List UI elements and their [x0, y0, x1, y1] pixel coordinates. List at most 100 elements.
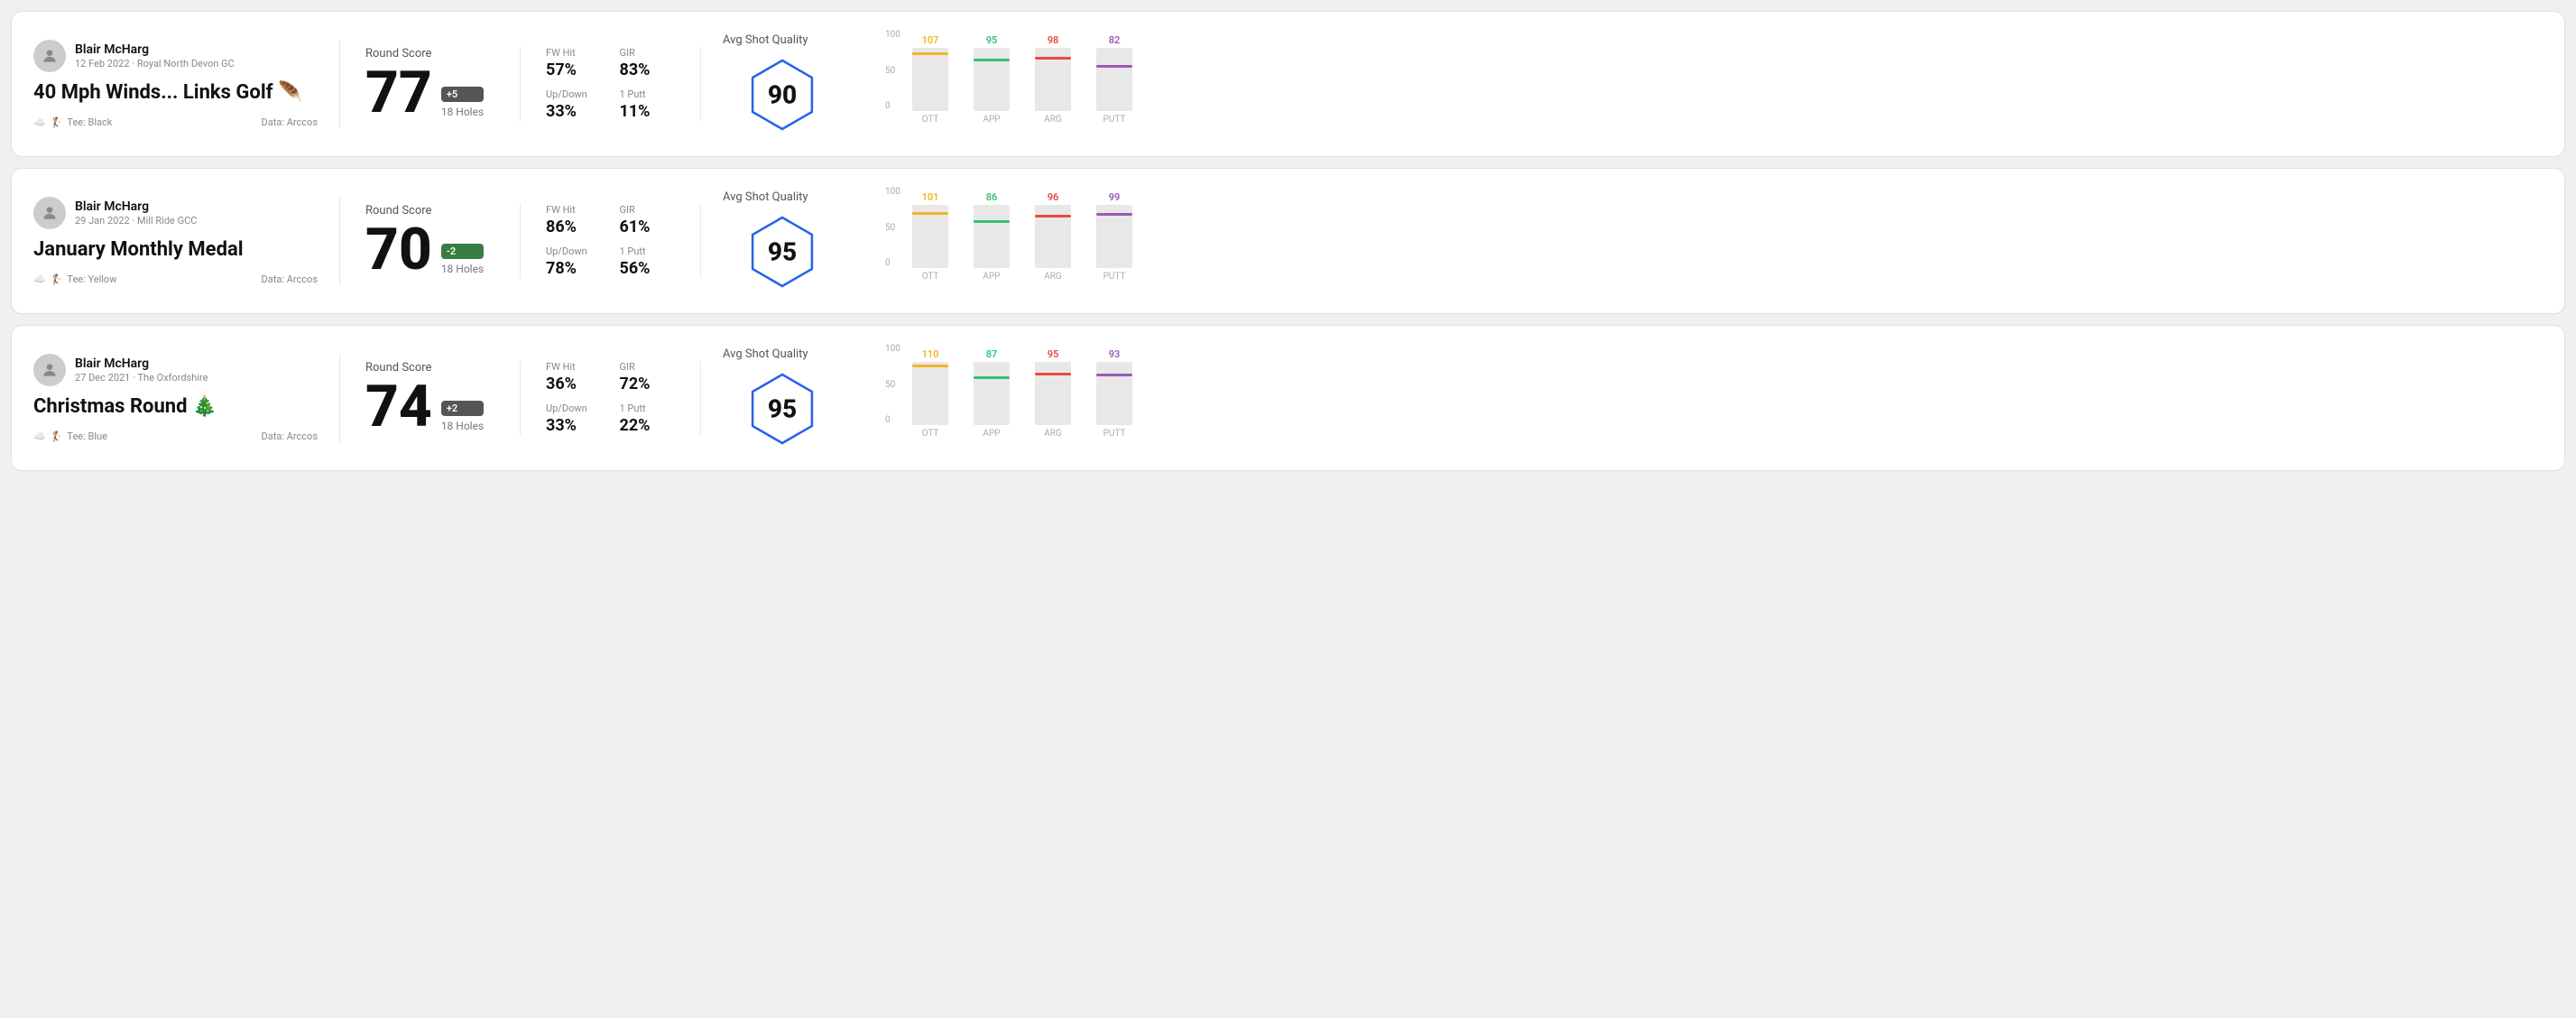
bar-bg [974, 205, 1010, 268]
bar-wrapper [1096, 362, 1132, 425]
stats-grid: FW Hit 36% GIR 72% Up/Down 33% 1 Putt 22… [546, 361, 675, 435]
one-putt-stat: 1 Putt 56% [620, 245, 676, 278]
score-section: Round Score 70 -2 18 Holes [340, 204, 521, 279]
round-title: 40 Mph Winds... Links Golf 🪶 [33, 81, 318, 104]
score-badge: -2 [441, 244, 484, 259]
one-putt-stat: 1 Putt 11% [620, 88, 676, 121]
quality-section: Avg Shot Quality 90 [701, 33, 863, 135]
chart-bars: 100500 110 87 95 [885, 344, 2543, 425]
bar-group: 101 [912, 191, 948, 268]
up-down-value: 33% [546, 416, 602, 435]
stats-section: FW Hit 36% GIR 72% Up/Down 33% 1 Putt 22… [521, 361, 701, 435]
bar-value: 96 [1048, 191, 1059, 203]
data-source: Data: Arccos [262, 430, 318, 442]
chart-inner: 100500 107 95 98 [885, 30, 2543, 138]
gir-value: 83% [620, 60, 676, 79]
score-number: 74 [365, 378, 432, 436]
avatar [33, 197, 66, 229]
bar-value: 93 [1109, 348, 1121, 360]
bar-value: 86 [986, 191, 998, 203]
bar-fill [1096, 213, 1132, 216]
axis-label: PUTT [1096, 272, 1132, 282]
axis-label: OTT [912, 429, 948, 439]
up-down-stat: Up/Down 33% [546, 403, 602, 435]
tee-label: Tee: Black [67, 116, 112, 128]
fw-hit-stat: FW Hit 86% [546, 204, 602, 236]
chart-section: 100500 101 86 96 [863, 187, 2543, 295]
quality-label: Avg Shot Quality [723, 347, 842, 361]
user-name: Blair McHarg [75, 356, 208, 371]
bar-fill [1035, 373, 1071, 375]
bar-wrapper [974, 48, 1010, 111]
up-down-label: Up/Down [546, 403, 602, 414]
up-down-stat: Up/Down 33% [546, 88, 602, 121]
bar-group: 87 [974, 348, 1010, 425]
axis-label: ARG [1035, 429, 1071, 439]
bag-icon: 🏌️ [51, 273, 63, 285]
stats-grid: FW Hit 86% GIR 61% Up/Down 78% 1 Putt 56… [546, 204, 675, 278]
one-putt-label: 1 Putt [620, 403, 676, 414]
chart-inner: 100500 101 86 96 [885, 187, 2543, 295]
axis-label: OTT [912, 115, 948, 125]
axis-label: APP [974, 272, 1010, 282]
bar-bg [1096, 362, 1132, 425]
left-section: Blair McHarg 12 Feb 2022 · Royal North D… [33, 40, 340, 128]
chart-bars: 100500 107 95 98 [885, 30, 2543, 111]
y-axis: 100500 [885, 344, 900, 425]
bar-bg [1035, 362, 1071, 425]
stats-grid: FW Hit 57% GIR 83% Up/Down 33% 1 Putt 11… [546, 47, 675, 121]
holes-label: 18 Holes [441, 420, 484, 432]
data-source: Data: Arccos [262, 273, 318, 285]
score-row: 77 +5 18 Holes [365, 64, 494, 122]
left-section: Blair McHarg 27 Dec 2021 · The Oxfordshi… [33, 354, 340, 442]
footer-info: ☁️ 🏌️ Tee: Black Data: Arccos [33, 116, 318, 128]
bar-group: 98 [1035, 34, 1071, 111]
hexagon: 95 [742, 368, 823, 449]
bar-fill [1096, 65, 1132, 68]
bar-group: 99 [1096, 191, 1132, 268]
bar-fill [912, 52, 948, 55]
score-number: 70 [365, 221, 432, 279]
bar-fill [974, 220, 1010, 223]
y-axis: 100500 [885, 187, 900, 268]
fw-hit-label: FW Hit [546, 47, 602, 59]
bar-value: 107 [922, 34, 939, 46]
round-title: January Monthly Medal [33, 238, 318, 261]
fw-hit-label: FW Hit [546, 204, 602, 216]
footer-info: ☁️ 🏌️ Tee: Yellow Data: Arccos [33, 273, 318, 285]
bag-icon: 🏌️ [51, 430, 63, 442]
bar-fill [1035, 215, 1071, 217]
date-course: 29 Jan 2022 · Mill Ride GCC [75, 215, 197, 227]
chart-section: 100500 107 95 98 [863, 30, 2543, 138]
one-putt-value: 22% [620, 416, 676, 435]
bar-group: 107 [912, 34, 948, 111]
score-row: 74 +2 18 Holes [365, 378, 494, 436]
fw-hit-stat: FW Hit 36% [546, 361, 602, 393]
x-axis-labels: OTTAPPARGPUTT [885, 429, 2543, 439]
bar-fill [974, 376, 1010, 379]
bar-wrapper [1035, 362, 1071, 425]
bar-wrapper [1096, 205, 1132, 268]
y-axis-label: 0 [885, 415, 900, 425]
bar-group: 93 [1096, 348, 1132, 425]
left-section: Blair McHarg 29 Jan 2022 · Mill Ride GCC… [33, 197, 340, 285]
hexagon-container: 90 [723, 54, 842, 135]
user-header: Blair McHarg 27 Dec 2021 · The Oxfordshi… [33, 354, 318, 386]
axis-label: PUTT [1096, 115, 1132, 125]
one-putt-stat: 1 Putt 22% [620, 403, 676, 435]
round-card-3: Blair McHarg 27 Dec 2021 · The Oxfordshi… [11, 325, 2565, 471]
weather-icon: ☁️ [33, 116, 46, 128]
score-badge: +2 [441, 401, 484, 416]
holes-label: 18 Holes [441, 106, 484, 118]
bar-group: 96 [1035, 191, 1071, 268]
chart-section: 100500 110 87 95 [863, 344, 2543, 452]
score-section: Round Score 77 +5 18 Holes [340, 47, 521, 122]
bar-group: 82 [1096, 34, 1132, 111]
bar-bg [1096, 48, 1132, 111]
gir-value: 61% [620, 217, 676, 236]
bar-wrapper [974, 205, 1010, 268]
tee-label: Tee: Yellow [67, 273, 116, 285]
y-axis: 100500 [885, 30, 900, 111]
up-down-stat: Up/Down 78% [546, 245, 602, 278]
round-card-1: Blair McHarg 12 Feb 2022 · Royal North D… [11, 11, 2565, 157]
